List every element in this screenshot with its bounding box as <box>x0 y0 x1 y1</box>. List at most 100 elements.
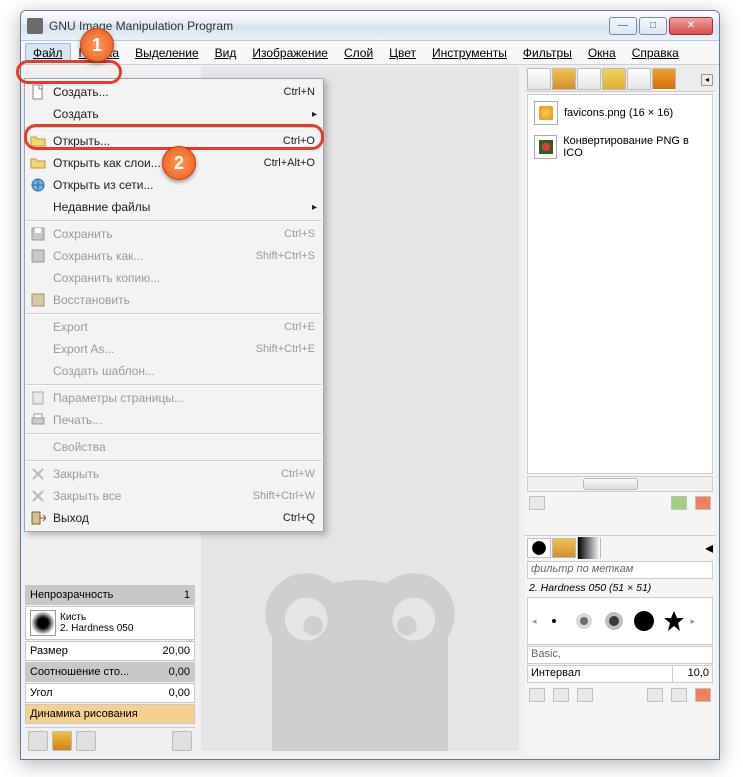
new-file-icon <box>30 84 46 100</box>
brush-item-icon[interactable] <box>601 608 627 634</box>
menu-item-create[interactable]: Создать <box>25 103 323 125</box>
right-dock-footer <box>525 494 715 512</box>
brush-dock: ◂ фильтр по меткам 2. Hardness 050 (51 ×… <box>525 535 715 755</box>
edit-brush-icon[interactable] <box>529 688 545 702</box>
menu-item-revert[interactable]: Восстановить <box>25 289 323 311</box>
expand-brush-dock-icon[interactable]: ◂ <box>705 538 713 558</box>
tab-history-icon[interactable] <box>627 68 651 90</box>
menu-tools[interactable]: Инструменты <box>424 43 515 63</box>
menu-view[interactable]: Вид <box>207 43 245 63</box>
brush-item-icon[interactable] <box>661 608 687 634</box>
tab-gradient-icon[interactable] <box>577 538 601 558</box>
brush-dock-footer <box>525 684 715 704</box>
opacity-value: 1 <box>184 589 190 601</box>
reset-options-icon[interactable] <box>172 731 192 751</box>
ratio-label: Соотношение сто... <box>30 666 129 678</box>
menu-item-close[interactable]: ЗакрытьCtrl+W <box>25 463 323 485</box>
open-as-image-icon[interactable] <box>671 688 687 702</box>
opacity-row[interactable]: Непрозрачность 1 <box>25 585 195 605</box>
menu-layer[interactable]: Слой <box>336 43 381 63</box>
angle-value: 0,00 <box>169 687 190 699</box>
tab-undo-icon[interactable] <box>602 68 626 90</box>
menu-item-export[interactable]: ExportCtrl+E <box>25 316 323 338</box>
brush-tag-input[interactable]: Basic, <box>527 646 713 664</box>
delete-icon[interactable] <box>695 496 711 510</box>
size-label: Размер <box>30 645 68 657</box>
brush-label: Кисть <box>60 612 190 623</box>
menu-item-export-as[interactable]: Export As...Shift+Ctrl+E <box>25 338 323 360</box>
tab-brush-icon[interactable] <box>527 538 551 558</box>
tab-images-icon[interactable] <box>652 68 676 90</box>
dynamics-row[interactable]: Динамика рисования <box>25 704 195 724</box>
delete-options-icon[interactable] <box>76 731 96 751</box>
exit-icon <box>30 510 46 526</box>
delete-brush-icon[interactable] <box>695 688 711 702</box>
folder-icon <box>30 155 46 171</box>
save-options-icon[interactable] <box>28 731 48 751</box>
size-value: 20,00 <box>162 645 190 657</box>
menu-help[interactable]: Справка <box>624 43 687 63</box>
brush-item-icon[interactable] <box>631 608 657 634</box>
menu-item-save-as[interactable]: Сохранить как...Shift+Ctrl+S <box>25 245 323 267</box>
expand-dock-icon[interactable]: ◂ <box>701 74 713 86</box>
brush-row[interactable]: Кисть 2. Hardness 050 <box>25 606 195 640</box>
minimize-button[interactable]: — <box>609 17 637 35</box>
refresh-brushes-icon[interactable] <box>647 688 663 702</box>
angle-label: Угол <box>30 687 53 699</box>
menu-item-quit[interactable]: ВыходCtrl+Q <box>25 507 323 529</box>
angle-row[interactable]: Угол 0,00 <box>25 683 195 703</box>
menu-separator <box>26 313 322 314</box>
ratio-row[interactable]: Соотношение сто... 0,00 <box>25 662 195 682</box>
duplicate-brush-icon[interactable] <box>577 688 593 702</box>
list-item[interactable]: Конвертирование PNG в ICO <box>534 135 706 159</box>
menu-item-save-copy[interactable]: Сохранить копию... <box>25 267 323 289</box>
menu-item-close-all[interactable]: Закрыть всеShift+Ctrl+W <box>25 485 323 507</box>
app-icon <box>27 18 43 34</box>
tag-filter-input[interactable]: фильтр по меткам <box>527 561 713 579</box>
menu-item-save[interactable]: СохранитьCtrl+S <box>25 223 323 245</box>
list-item[interactable]: favicons.png (16 × 16) <box>534 101 706 125</box>
horizontal-scrollbar[interactable] <box>527 476 713 492</box>
maximize-button[interactable]: □ <box>639 17 667 35</box>
menu-file[interactable]: Файл <box>25 43 71 63</box>
print-icon <box>30 412 46 428</box>
brush-item-icon[interactable] <box>571 608 597 634</box>
menu-color[interactable]: Цвет <box>381 43 424 63</box>
ratio-value: 0,00 <box>169 666 190 678</box>
menu-filters[interactable]: Фильтры <box>515 43 580 63</box>
menubar: Файл Правка Выделение Вид Изображение Сл… <box>21 41 719 65</box>
save-icon <box>30 248 46 264</box>
image-thumb-icon <box>534 101 558 125</box>
brush-item-icon[interactable] <box>541 608 567 634</box>
menu-image[interactable]: Изображение <box>244 43 336 63</box>
tab-pattern-icon[interactable] <box>552 538 576 558</box>
menu-windows[interactable]: Окна <box>580 43 624 63</box>
reload-options-icon[interactable] <box>52 731 72 751</box>
menu-item-print[interactable]: Печать... <box>25 409 323 431</box>
menu-separator <box>26 384 322 385</box>
interval-row[interactable]: Интервал 10,0 <box>527 665 713 683</box>
menu-item-create-template[interactable]: Создать шаблон... <box>25 360 323 382</box>
interval-label: Интервал <box>527 665 673 683</box>
close-button[interactable]: ✕ <box>669 17 713 35</box>
raise-icon[interactable] <box>529 496 545 510</box>
close-icon <box>30 488 46 504</box>
menu-item-properties[interactable]: Свойства <box>25 436 323 458</box>
tab-layers-icon[interactable] <box>527 68 551 90</box>
images-list: favicons.png (16 × 16) Конвертирование P… <box>527 94 713 474</box>
badge-1: 1 <box>80 28 114 62</box>
brush-grid[interactable]: ◂ ▸ <box>527 597 713 645</box>
tab-channels-icon[interactable] <box>552 68 576 90</box>
image-name: Конвертирование PNG в ICO <box>563 135 706 159</box>
menu-item-page-setup[interactable]: Параметры страницы... <box>25 387 323 409</box>
size-row[interactable]: Размер 20,00 <box>25 641 195 661</box>
menu-item-recent[interactable]: Недавние файлы <box>25 196 323 218</box>
titlebar: GNU Image Manipulation Program — □ ✕ <box>21 11 719 41</box>
brush-dock-tabs: ◂ <box>525 536 715 560</box>
new-brush-icon[interactable] <box>553 688 569 702</box>
brush-value: 2. Hardness 050 <box>60 623 190 634</box>
tab-paths-icon[interactable] <box>577 68 601 90</box>
menu-item-new[interactable]: Создать...Ctrl+N <box>25 81 323 103</box>
menu-select[interactable]: Выделение <box>127 43 207 63</box>
new-display-icon[interactable] <box>671 496 687 510</box>
